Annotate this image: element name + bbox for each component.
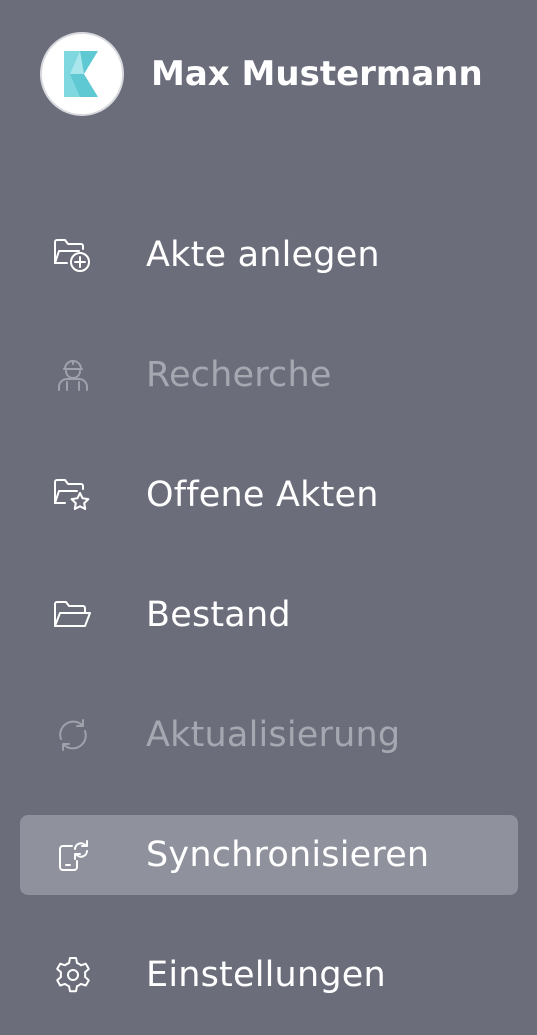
user-name: Max Mustermann — [151, 54, 483, 94]
phone-sync-icon — [50, 832, 96, 878]
k-logo-icon — [64, 51, 98, 97]
menu-item-akte-anlegen[interactable]: Akte anlegen — [20, 215, 518, 295]
user-profile[interactable]: Max Mustermann — [40, 32, 483, 116]
menu-item-label: Aktualisierung — [146, 715, 401, 755]
menu-item-label: Bestand — [146, 595, 291, 635]
folder-open-icon — [50, 592, 96, 638]
sidebar-menu: Max Mustermann Akte anlegen Recherche Of… — [0, 0, 537, 1035]
menu-item-offene-akten[interactable]: Offene Akten — [20, 455, 518, 535]
menu-item-label: Akte anlegen — [146, 235, 380, 275]
menu-item-recherche[interactable]: Recherche — [20, 335, 518, 415]
worker-icon — [50, 352, 96, 398]
menu-item-aktualisierung[interactable]: Aktualisierung — [20, 695, 518, 775]
folder-plus-icon — [50, 232, 96, 278]
menu-item-bestand[interactable]: Bestand — [20, 575, 518, 655]
folder-star-icon — [50, 472, 96, 518]
menu-item-synchronisieren[interactable]: Synchronisieren — [20, 815, 518, 895]
gear-icon — [50, 952, 96, 998]
menu-item-label: Synchronisieren — [146, 835, 430, 875]
refresh-icon — [50, 712, 96, 758]
menu-item-label: Einstellungen — [146, 955, 386, 995]
menu-item-einstellungen[interactable]: Einstellungen — [20, 935, 518, 1015]
menu-item-label: Offene Akten — [146, 475, 379, 515]
avatar[interactable] — [40, 32, 124, 116]
menu-item-label: Recherche — [146, 355, 332, 395]
